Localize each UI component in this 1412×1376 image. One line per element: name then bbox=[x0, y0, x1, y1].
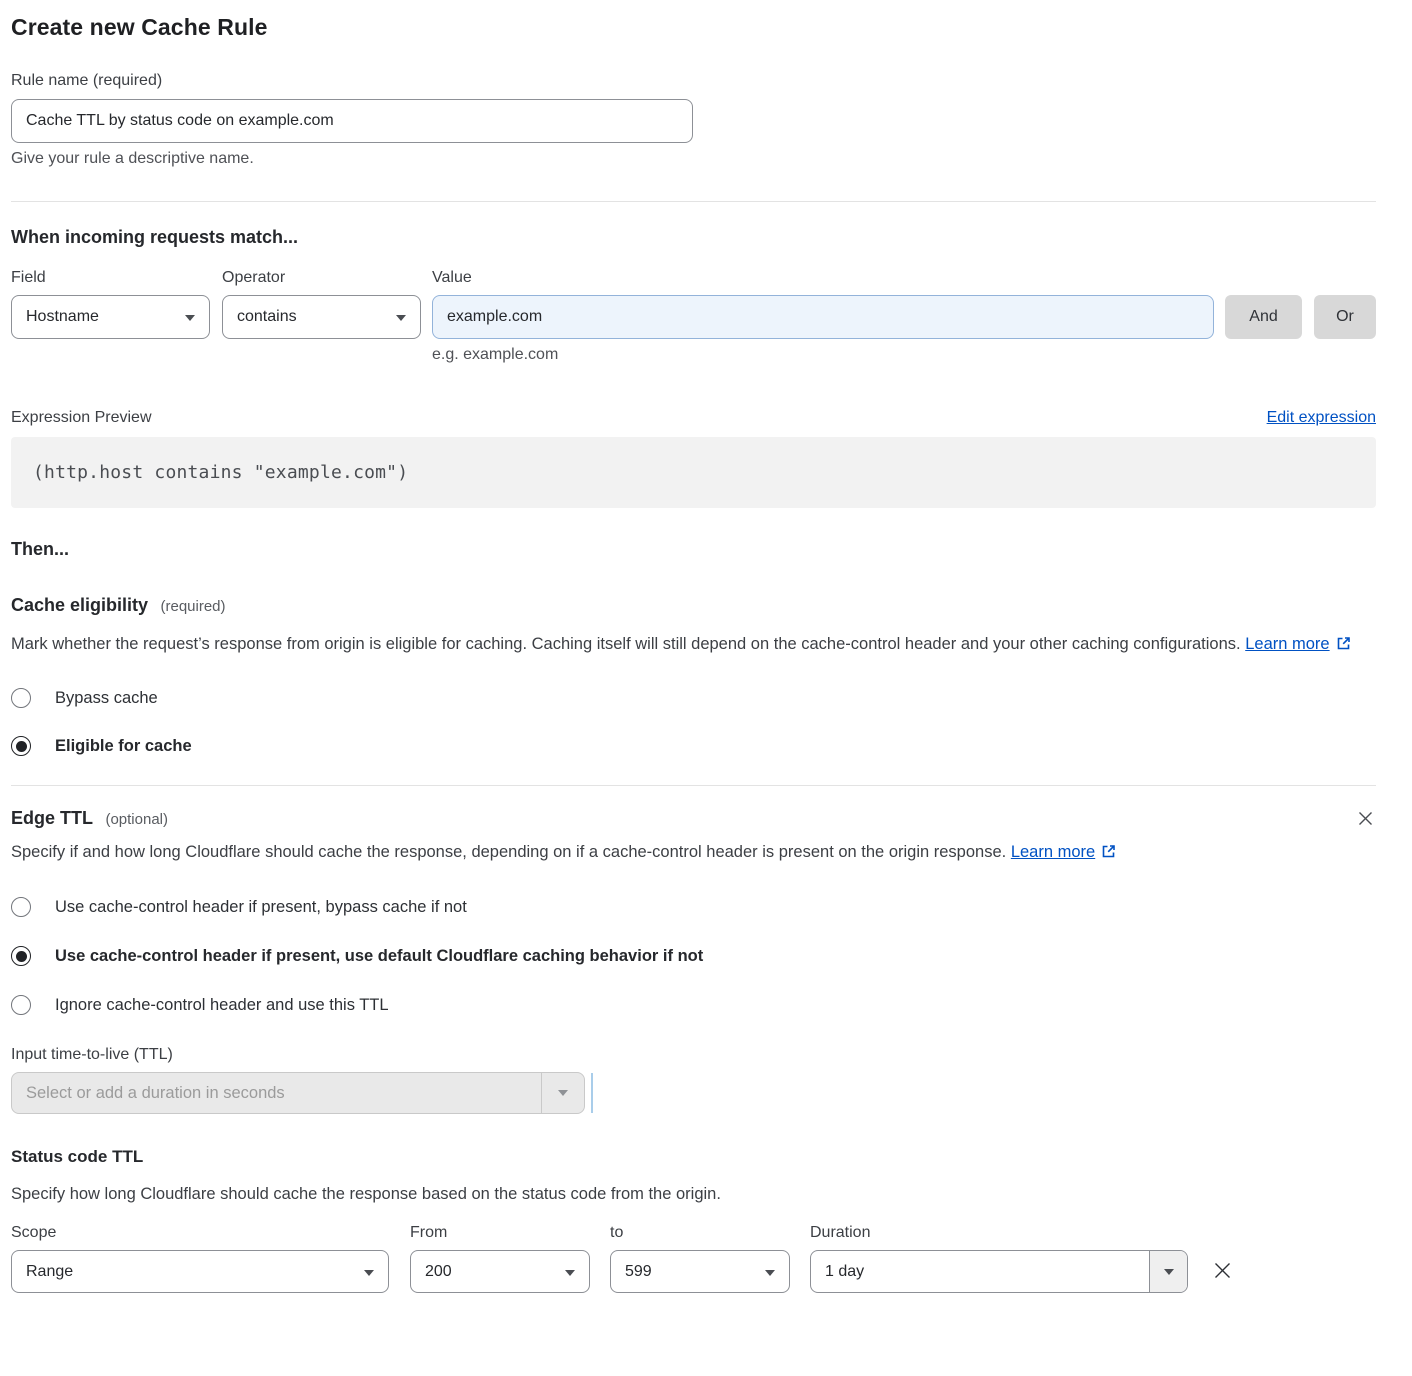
cache-eligibility-required: (required) bbox=[161, 598, 226, 615]
ttl-duration-placeholder: Select or add a duration in seconds bbox=[12, 1073, 541, 1113]
edge-ttl-optional: (optional) bbox=[105, 811, 168, 828]
chevron-down-icon bbox=[185, 315, 195, 321]
from-select-value: 200 bbox=[425, 1263, 452, 1281]
radio-circle-selected[interactable] bbox=[11, 736, 31, 756]
radio-circle-selected[interactable] bbox=[11, 946, 31, 966]
expression-code: (http.host contains "example.com") bbox=[33, 462, 408, 483]
to-select-value: 599 bbox=[625, 1263, 652, 1281]
chevron-down-icon[interactable] bbox=[541, 1073, 584, 1113]
expression-code-box: (http.host contains "example.com") bbox=[11, 437, 1376, 508]
radio-bypass-cache[interactable]: Bypass cache bbox=[11, 688, 1376, 708]
external-link-icon bbox=[1336, 632, 1351, 660]
duration-label: Duration bbox=[810, 1224, 1188, 1242]
divider bbox=[11, 201, 1376, 202]
radio-use-header-bypass[interactable]: Use cache-control header if present, byp… bbox=[11, 897, 1376, 917]
chevron-down-icon bbox=[765, 1270, 775, 1276]
to-label: to bbox=[610, 1224, 790, 1242]
edge-ttl-heading-row: Edge TTL (optional) bbox=[11, 808, 168, 829]
create-cache-rule-form: Create new Cache Rule Rule name (require… bbox=[0, 0, 1412, 1313]
cache-eligibility-description: Mark whether the request’s response from… bbox=[11, 630, 1351, 660]
operator-select-value: contains bbox=[237, 308, 297, 326]
divider bbox=[11, 785, 1376, 786]
operator-label: Operator bbox=[222, 269, 432, 287]
close-icon bbox=[1357, 815, 1374, 830]
cache-eligibility-learn-more-link[interactable]: Learn more bbox=[1245, 635, 1329, 653]
close-icon bbox=[1212, 1269, 1233, 1284]
and-button[interactable]: And bbox=[1225, 295, 1302, 339]
ttl-duration-select[interactable]: Select or add a duration in seconds bbox=[11, 1072, 585, 1114]
rule-name-helper: Give your rule a descriptive name. bbox=[11, 150, 1376, 168]
scope-select[interactable]: Range bbox=[11, 1250, 389, 1293]
scope-label: Scope bbox=[11, 1224, 389, 1242]
chevron-down-icon bbox=[364, 1270, 374, 1276]
value-input[interactable] bbox=[432, 295, 1214, 339]
edge-ttl-description: Specify if and how long Cloudflare shoul… bbox=[11, 838, 1351, 868]
page-title: Create new Cache Rule bbox=[11, 14, 1376, 41]
chevron-down-icon bbox=[565, 1270, 575, 1276]
external-link-icon bbox=[1101, 840, 1116, 868]
ttl-input-label: Input time-to-live (TTL) bbox=[11, 1046, 1376, 1064]
then-heading: Then... bbox=[11, 539, 1376, 560]
scope-select-value: Range bbox=[26, 1263, 73, 1281]
duration-select-value: 1 day bbox=[811, 1251, 1149, 1292]
rule-name-label: Rule name (required) bbox=[11, 72, 1376, 90]
value-helper: e.g. example.com bbox=[432, 346, 1376, 364]
edge-ttl-learn-more-link[interactable]: Learn more bbox=[1011, 843, 1095, 861]
radio-circle[interactable] bbox=[11, 897, 31, 917]
match-heading: When incoming requests match... bbox=[11, 227, 1376, 248]
radio-circle[interactable] bbox=[11, 995, 31, 1015]
cache-eligibility-heading: Cache eligibility bbox=[11, 595, 148, 615]
radio-circle[interactable] bbox=[11, 688, 31, 708]
focus-caret-line bbox=[591, 1073, 593, 1113]
radio-use-header-default[interactable]: Use cache-control header if present, use… bbox=[11, 946, 1376, 966]
value-label: Value bbox=[432, 269, 472, 287]
edge-ttl-close-button[interactable] bbox=[1355, 808, 1376, 829]
radio-eligible-for-cache[interactable]: Eligible for cache bbox=[11, 736, 1376, 756]
chevron-down-icon bbox=[396, 315, 406, 321]
status-code-ttl-heading: Status code TTL bbox=[11, 1147, 1376, 1167]
rule-name-input[interactable] bbox=[11, 99, 693, 143]
status-code-row-delete-button[interactable] bbox=[1210, 1258, 1235, 1283]
duration-select[interactable]: 1 day bbox=[810, 1250, 1188, 1293]
operator-select[interactable]: contains bbox=[222, 295, 421, 339]
field-label: Field bbox=[11, 269, 222, 287]
field-select[interactable]: Hostname bbox=[11, 295, 210, 339]
to-select[interactable]: 599 bbox=[610, 1250, 790, 1293]
chevron-down-icon[interactable] bbox=[1149, 1251, 1187, 1292]
from-label: From bbox=[410, 1224, 590, 1242]
cache-eligibility-heading-row: Cache eligibility (required) bbox=[11, 595, 1376, 616]
field-select-value: Hostname bbox=[26, 308, 99, 326]
from-select[interactable]: 200 bbox=[410, 1250, 590, 1293]
radio-ignore-header[interactable]: Ignore cache-control header and use this… bbox=[11, 995, 1376, 1015]
status-code-ttl-description: Specify how long Cloudflare should cache… bbox=[11, 1180, 1351, 1208]
expression-preview-label: Expression Preview bbox=[11, 409, 152, 427]
or-button[interactable]: Or bbox=[1314, 295, 1376, 339]
edit-expression-link[interactable]: Edit expression bbox=[1267, 409, 1376, 427]
edge-ttl-heading: Edge TTL bbox=[11, 808, 93, 828]
